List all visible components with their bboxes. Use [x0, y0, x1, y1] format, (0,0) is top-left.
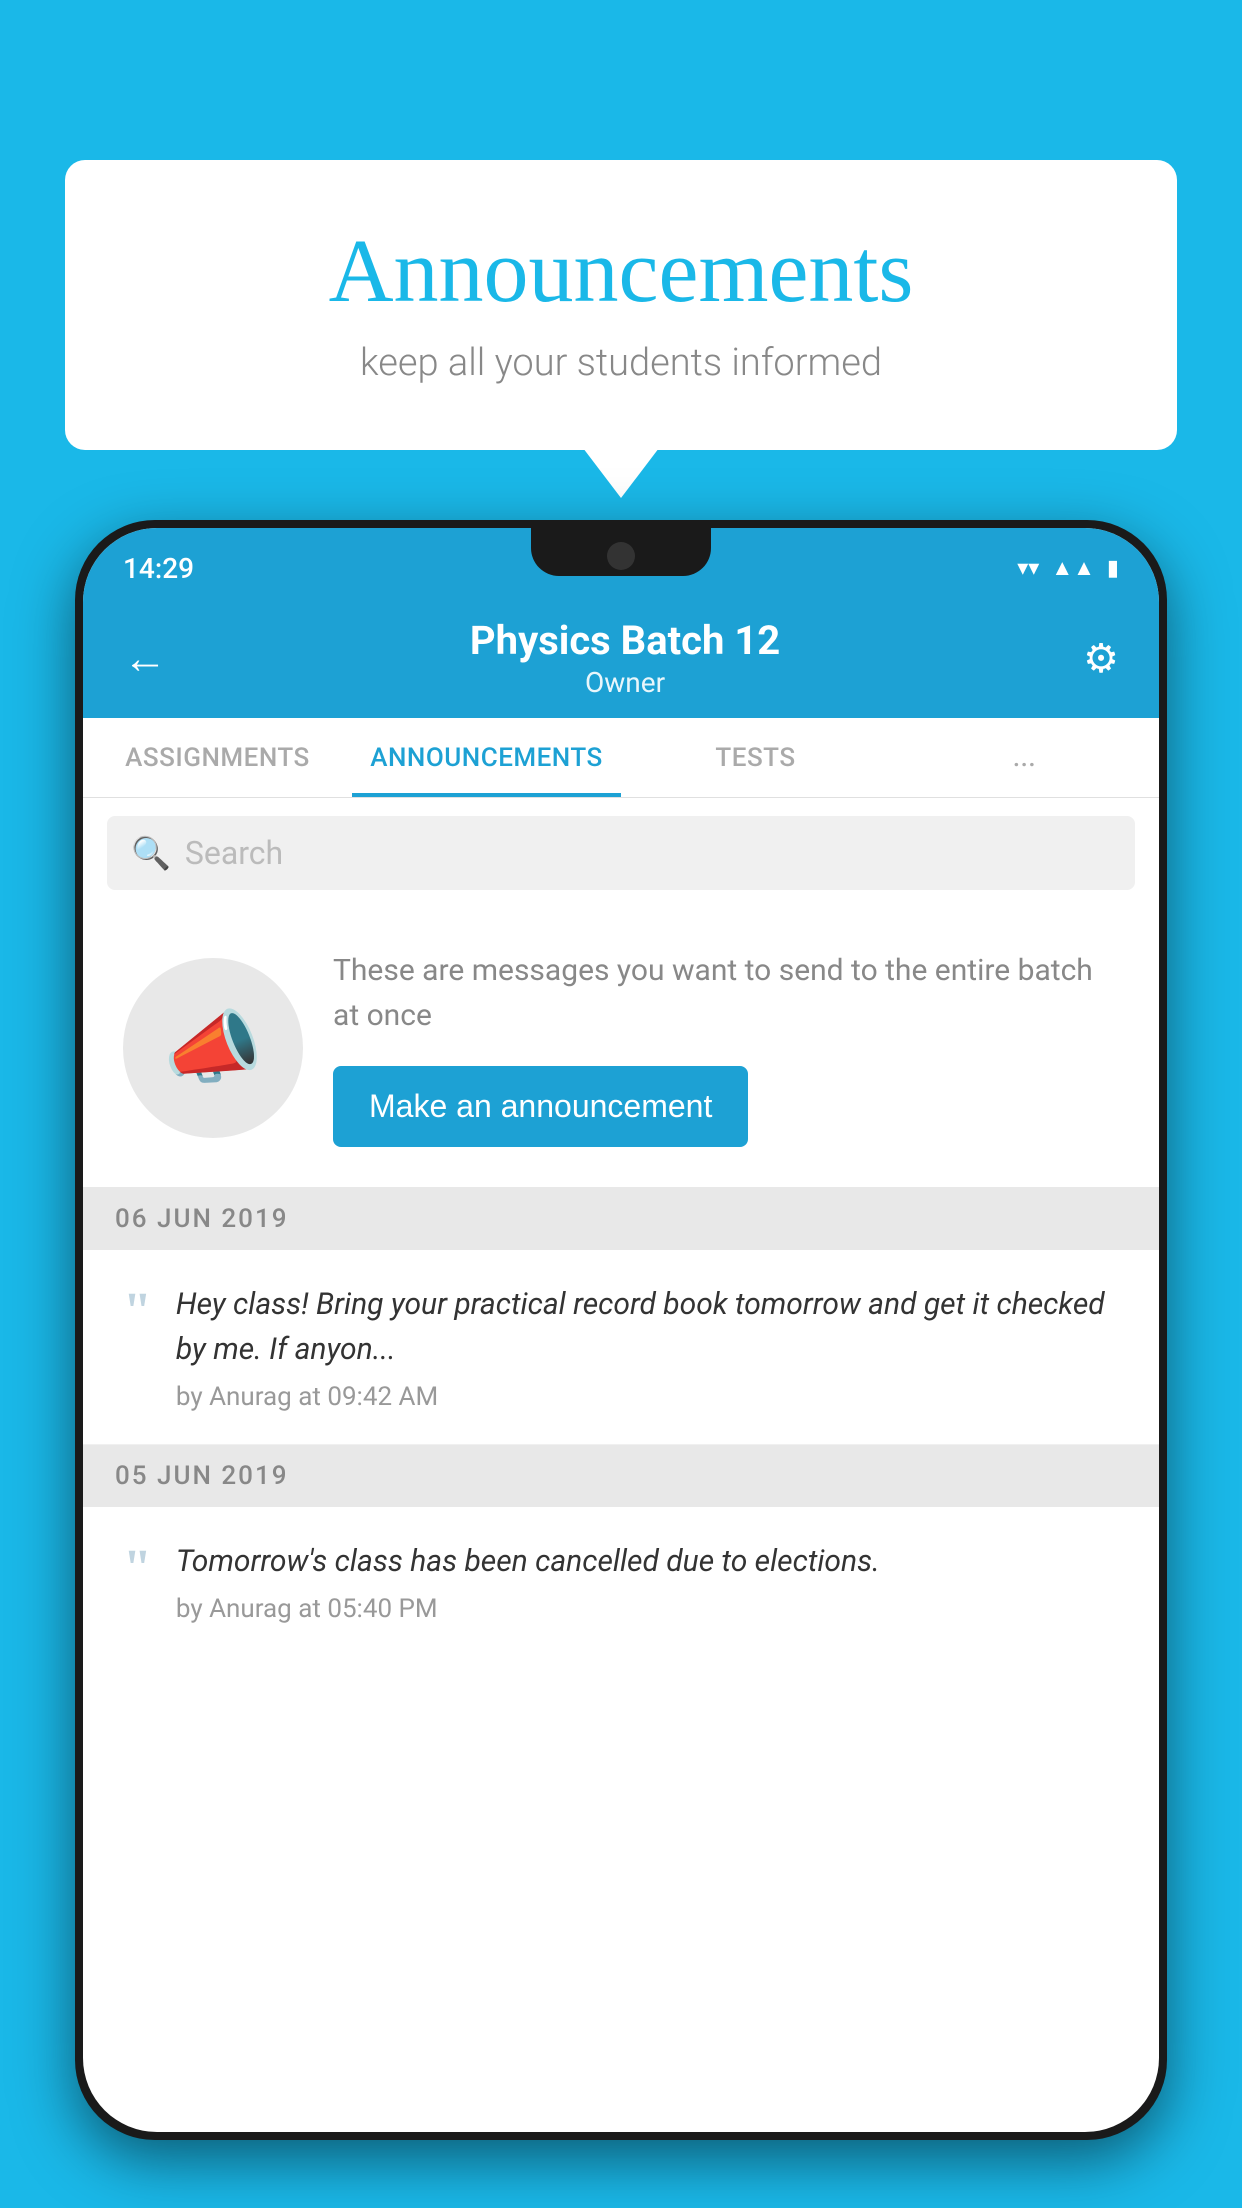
signal-icon: ▲▲: [1051, 555, 1095, 581]
battery-icon: ▮: [1107, 556, 1119, 581]
tabs-bar: ASSIGNMENTS ANNOUNCEMENTS TESTS ...: [83, 718, 1159, 798]
announcement-item-1[interactable]: " Hey class! Bring your practical record…: [83, 1250, 1159, 1445]
promo-description: These are messages you want to send to t…: [333, 948, 1119, 1038]
wifi-icon: ▾▾: [1017, 556, 1039, 581]
phone-camera: [607, 542, 635, 570]
status-time: 14:29: [123, 552, 194, 585]
tab-tests[interactable]: TESTS: [621, 718, 890, 797]
announcement-author-2: by Anurag at 05:40 PM: [176, 1594, 1119, 1624]
tab-announcements[interactable]: ANNOUNCEMENTS: [352, 718, 621, 797]
content-area: 🔍 Search 📣 These are messages you want t…: [83, 798, 1159, 1656]
back-button[interactable]: ←: [123, 632, 167, 684]
tab-more[interactable]: ...: [890, 718, 1159, 797]
search-placeholder: Search: [185, 834, 283, 872]
search-icon: 🔍: [131, 834, 171, 872]
make-announcement-button[interactable]: Make an announcement: [333, 1066, 748, 1147]
announcement-author-1: by Anurag at 09:42 AM: [176, 1382, 1119, 1412]
quote-icon-2: ": [123, 1543, 152, 1595]
speech-bubble-subtitle: keep all your students informed: [145, 341, 1097, 385]
header-title-block: Physics Batch 12 Owner: [470, 617, 780, 699]
settings-button[interactable]: ⚙: [1083, 635, 1119, 682]
status-icons: ▾▾ ▲▲ ▮: [1017, 555, 1119, 581]
batch-title: Physics Batch 12: [470, 617, 780, 664]
date-separator-1: 06 JUN 2019: [83, 1188, 1159, 1250]
promo-card: 📣 These are messages you want to send to…: [83, 908, 1159, 1188]
phone-outer: 14:29 ▾▾ ▲▲ ▮ ← Physics Batch 12 Owner ⚙: [75, 520, 1167, 2140]
phone-wrapper: 14:29 ▾▾ ▲▲ ▮ ← Physics Batch 12 Owner ⚙: [75, 520, 1167, 2140]
speech-bubble-title: Announcements: [145, 220, 1097, 323]
speech-bubble-container: Announcements keep all your students inf…: [65, 160, 1177, 450]
tab-assignments[interactable]: ASSIGNMENTS: [83, 718, 352, 797]
app-header: ← Physics Batch 12 Owner ⚙: [83, 598, 1159, 718]
date-separator-2: 05 JUN 2019: [83, 1445, 1159, 1507]
announcement-content-2: Tomorrow's class has been cancelled due …: [176, 1539, 1119, 1624]
search-bar-wrapper: 🔍 Search: [83, 798, 1159, 908]
announcement-text-1: Hey class! Bring your practical record b…: [176, 1282, 1119, 1372]
quote-icon-1: ": [123, 1286, 152, 1338]
promo-icon-circle: 📣: [123, 958, 303, 1138]
phone-inner: 14:29 ▾▾ ▲▲ ▮ ← Physics Batch 12 Owner ⚙: [83, 528, 1159, 2132]
search-bar[interactable]: 🔍 Search: [107, 816, 1135, 890]
megaphone-icon: 📣: [163, 1001, 263, 1095]
phone-notch: [531, 528, 711, 576]
announcement-item-2[interactable]: " Tomorrow's class has been cancelled du…: [83, 1507, 1159, 1656]
speech-bubble: Announcements keep all your students inf…: [65, 160, 1177, 450]
promo-content: These are messages you want to send to t…: [333, 948, 1119, 1147]
batch-subtitle: Owner: [470, 666, 780, 699]
announcement-content-1: Hey class! Bring your practical record b…: [176, 1282, 1119, 1412]
announcement-text-2: Tomorrow's class has been cancelled due …: [176, 1539, 1119, 1584]
